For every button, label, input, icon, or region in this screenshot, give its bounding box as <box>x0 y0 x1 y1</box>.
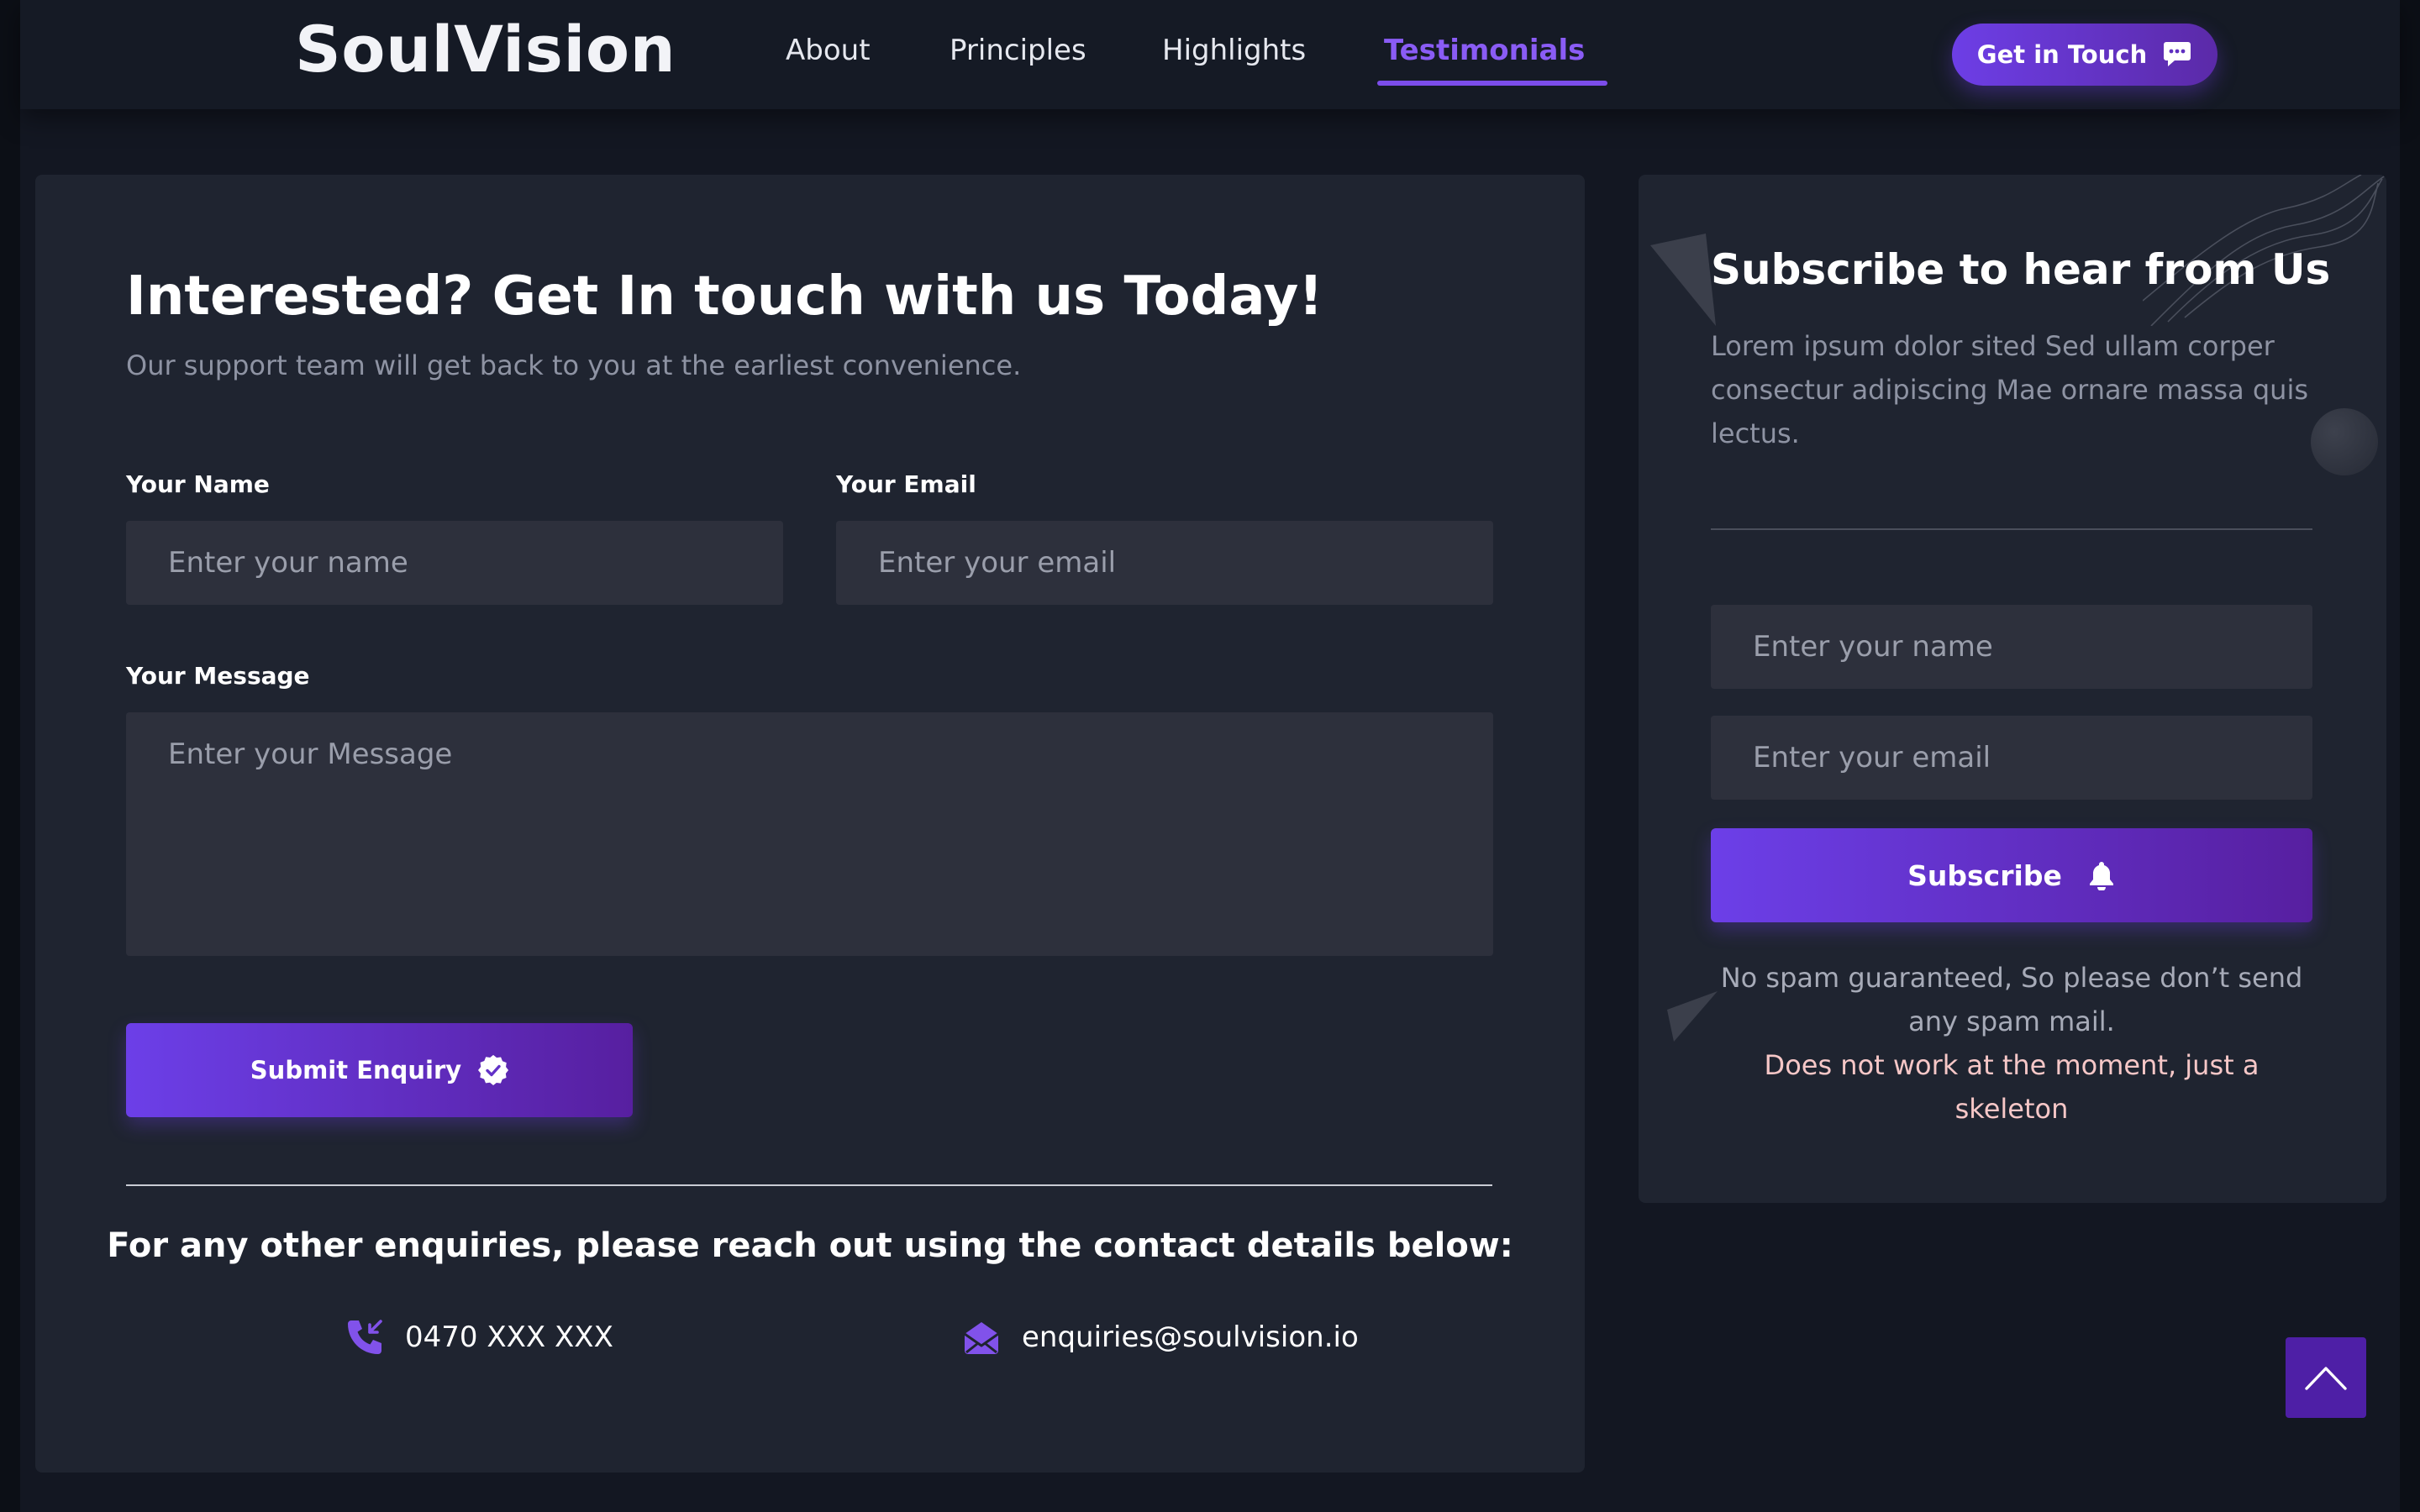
site-header: SoulVision About Principles Highlights T… <box>20 0 2400 109</box>
chat-bubble-icon <box>2164 42 2191 66</box>
submit-enquiry-button[interactable]: Submit Enquiry <box>126 1023 633 1117</box>
contact-divider <box>126 1184 1492 1186</box>
phone-number: 0470 XXX XXX <box>405 1320 613 1354</box>
phone-contact[interactable]: 0470 XXX XXX <box>345 1317 613 1357</box>
nav-testimonials[interactable]: Testimonials <box>1384 34 1585 67</box>
get-in-touch-button[interactable]: Get in Touch <box>1952 24 2217 86</box>
small-triangle-decoration <box>1667 991 1718 1042</box>
enquiry-title: Interested? Get In touch with us Today! <box>126 265 1323 328</box>
contact-title: For any other enquiries, please reach ou… <box>107 1226 1513 1265</box>
enquiry-card: Interested? Get In touch with us Today! … <box>35 175 1585 1473</box>
enquiry-subtitle: Our support team will get back to you at… <box>126 349 1022 381</box>
subscribe-divider <box>1711 528 2312 530</box>
bell-icon <box>2089 862 2113 890</box>
chevron-up-icon <box>2305 1367 2347 1390</box>
no-spam-note: No spam guaranteed, So please don’t send… <box>1720 962 2303 1037</box>
envelope-open-icon <box>964 1322 999 1354</box>
scroll-to-top-button[interactable] <box>2286 1337 2366 1418</box>
subscribe-email-input[interactable] <box>1711 716 2312 800</box>
nav-principles[interactable]: Principles <box>950 34 1086 67</box>
subscribe-button-label: Subscribe <box>1907 858 2062 892</box>
subscribe-card: Subscribe to hear from Us Lorem ipsum do… <box>1639 175 2386 1203</box>
email-label: Your Email <box>836 470 976 498</box>
email-contact[interactable]: enquiries@soulvision.io <box>961 1317 1359 1357</box>
check-badge-icon <box>478 1055 509 1085</box>
email-input[interactable] <box>836 521 1493 605</box>
nav-active-indicator <box>1377 81 1607 86</box>
triangle-decoration <box>1650 234 1716 326</box>
name-input[interactable] <box>126 521 783 605</box>
subscribe-description: Lorem ipsum dolor sited Sed ullam corper… <box>1711 330 2309 449</box>
get-in-touch-label: Get in Touch <box>1976 40 2148 69</box>
submit-enquiry-label: Submit Enquiry <box>250 1056 462 1084</box>
right-edge <box>2400 0 2420 1512</box>
phone-incoming-icon <box>348 1320 382 1354</box>
message-input[interactable] <box>126 712 1493 956</box>
email-address: enquiries@soulvision.io <box>1022 1320 1359 1354</box>
subscribe-name-input[interactable] <box>1711 605 2312 689</box>
subscribe-title: Subscribe to hear from Us <box>1711 245 2331 294</box>
left-edge <box>0 0 20 1512</box>
nav-highlights[interactable]: Highlights <box>1162 34 1306 67</box>
skeleton-warning: Does not work at the moment, just a skel… <box>1764 1049 2260 1125</box>
message-label: Your Message <box>126 662 310 690</box>
nav-about[interactable]: About <box>786 34 871 67</box>
name-label: Your Name <box>126 470 270 498</box>
subscribe-button[interactable]: Subscribe <box>1711 828 2312 922</box>
